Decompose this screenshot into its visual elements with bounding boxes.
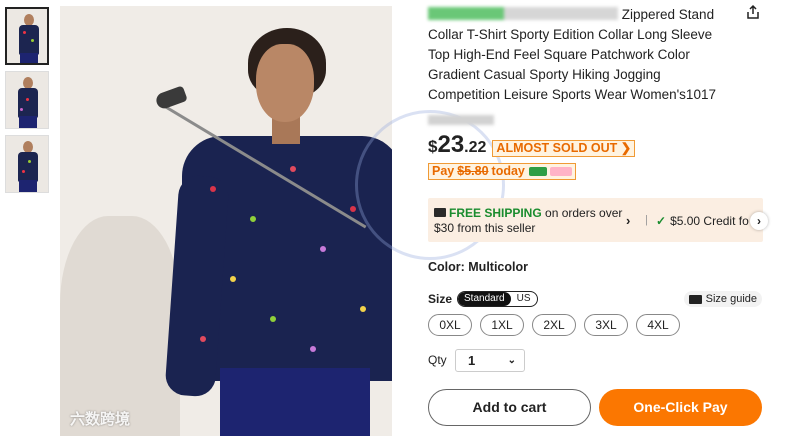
size-option[interactable]: 0XL: [428, 314, 472, 336]
size-label: Size: [428, 292, 453, 306]
size-guide-label: Size guide: [705, 293, 757, 305]
share-icon[interactable]: [745, 4, 761, 20]
divider: |: [645, 214, 648, 226]
pay-suffix: today: [491, 164, 525, 178]
redacted-title-prefix: [428, 7, 618, 20]
carousel-next-button[interactable]: ›: [750, 212, 768, 230]
pay-amount: $5.80: [457, 164, 489, 178]
size-options: 0XL 1XL 2XL 3XL 4XL: [428, 314, 688, 336]
size-option[interactable]: 4XL: [636, 314, 680, 336]
thumbnail-3[interactable]: [5, 135, 49, 193]
size-header: Size Standard US Size guide: [428, 291, 762, 307]
product-main-image[interactable]: [60, 6, 392, 436]
price-decimal: .22: [464, 139, 487, 156]
free-shipping-label: FREE SHIPPING: [449, 206, 542, 220]
afterpay-logo-icon: [528, 167, 547, 176]
size-standard-toggle[interactable]: Standard US: [457, 291, 538, 307]
chevron-down-icon: ⌄: [507, 355, 516, 366]
qty-value: 1: [468, 353, 476, 368]
check-icon: ✓: [656, 214, 667, 228]
toggle-standard[interactable]: Standard: [458, 292, 511, 306]
shipping-text: FREE SHIPPING on orders over $30 from th…: [434, 206, 629, 236]
thumbnail-strip: [5, 7, 51, 199]
price-integer: 23: [437, 131, 465, 158]
product-title: Zippered Stand Collar T-Shirt Sporty Edi…: [428, 5, 733, 105]
watermark-text: 六数跨境: [70, 411, 131, 428]
size-option[interactable]: 2XL: [532, 314, 576, 336]
shipping-banner[interactable]: FREE SHIPPING on orders over $30 from th…: [428, 198, 768, 242]
size-option[interactable]: 1XL: [480, 314, 524, 336]
ruler-icon: [688, 294, 702, 304]
price-row: $ 23 .22 ALMOST SOLD OUT ❯: [428, 131, 768, 159]
size-option[interactable]: 3XL: [584, 314, 628, 336]
pay-later-text: Pay $5.80 today: [428, 163, 576, 180]
pay-later-row[interactable]: Pay $5.80 today: [428, 163, 768, 180]
product-title-text: Zippered Stand Collar T-Shirt Sporty Edi…: [428, 7, 716, 102]
color-label: Color: Multicolor: [428, 260, 528, 274]
redacted-sold-count: [428, 115, 494, 125]
thumbnail-2[interactable]: [5, 71, 49, 129]
pay-prefix: Pay: [432, 164, 455, 178]
qty-label: Qty: [428, 353, 447, 367]
truck-icon: [434, 208, 446, 217]
chevron-right-icon[interactable]: ›: [626, 213, 630, 228]
product-info: Zippered Stand Collar T-Shirt Sporty Edi…: [428, 0, 768, 180]
size-guide-button[interactable]: Size guide: [683, 291, 762, 307]
thumbnail-1[interactable]: [5, 7, 49, 65]
credit-text: ✓ $5.00 Credit fo: [656, 214, 749, 228]
add-to-cart-button[interactable]: Add to cart: [428, 389, 591, 426]
almost-sold-out-badge: ALMOST SOLD OUT ❯: [492, 140, 636, 157]
qty-select[interactable]: 1 ⌄: [455, 349, 525, 372]
one-click-pay-button[interactable]: One-Click Pay: [599, 389, 762, 426]
toggle-us[interactable]: US: [511, 292, 537, 306]
klarna-logo-icon: [549, 167, 572, 176]
price-currency: $: [428, 137, 438, 156]
